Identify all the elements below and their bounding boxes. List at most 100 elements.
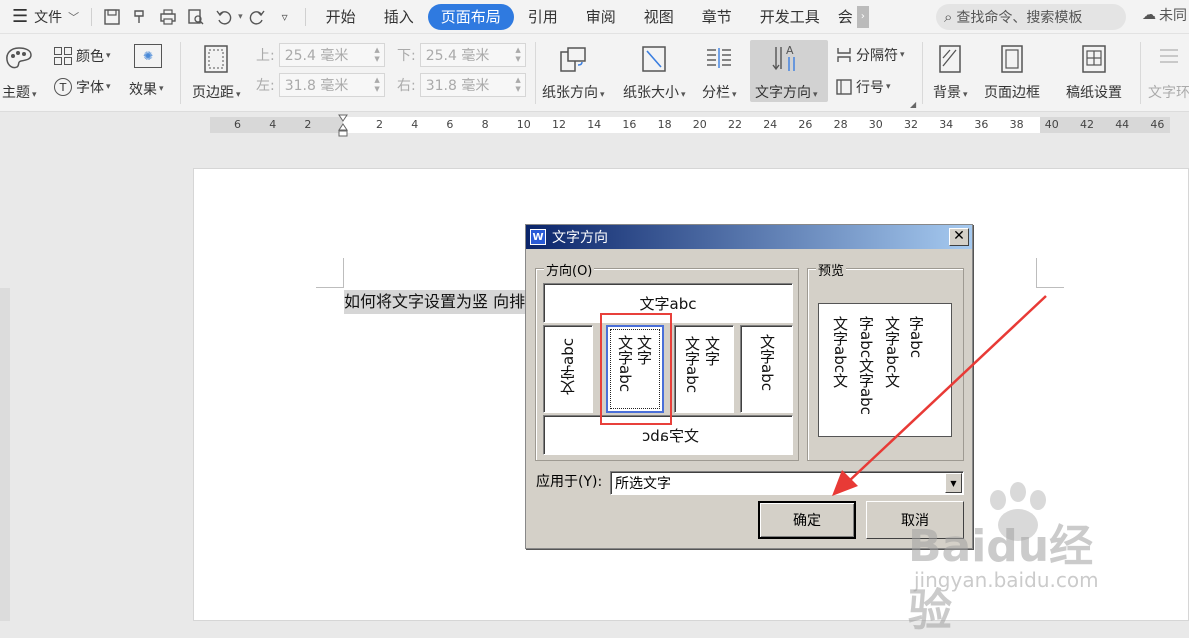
selected-document-text[interactable]: 如何将文字设置为竖 向排 bbox=[344, 290, 530, 314]
effect-button[interactable]: 效果 ▾ bbox=[129, 79, 164, 99]
tab-section[interactable]: 章节 bbox=[688, 4, 746, 30]
text-wrap-button[interactable]: 文字环 bbox=[1148, 42, 1189, 102]
font-label: 字体 bbox=[76, 80, 104, 96]
orientation-button[interactable]: 纸张方向 ▾ bbox=[542, 42, 605, 102]
columns-icon bbox=[702, 42, 736, 76]
cloud-sync-status[interactable]: ☁ 未同 bbox=[1142, 5, 1187, 25]
format-painter-icon[interactable] bbox=[128, 5, 152, 29]
search-input[interactable]: ⌕ 查找命令、搜索模板 bbox=[936, 4, 1126, 30]
customize-toolbar-icon[interactable]: ▿ bbox=[273, 5, 297, 29]
horizontal-ruler[interactable]: 6 4 2 2 4 6 8 10 12 14 16 18 20 22 24 26 28 30 32 34 36 38 40 4… bbox=[0, 112, 1189, 138]
manuscript-grid-icon bbox=[1077, 42, 1111, 76]
page-margin-icon bbox=[199, 42, 233, 76]
ruler-tick-label: 4 bbox=[411, 118, 419, 131]
text-direction-button[interactable]: A 文字方向 ▾ bbox=[755, 42, 818, 102]
direction-rotate-cw[interactable]: 文字abc bbox=[740, 325, 793, 413]
columns-button[interactable]: 分栏 ▾ bbox=[702, 42, 737, 102]
tab-page-layout[interactable]: 页面布局 bbox=[427, 3, 514, 30]
left-margin-value: 31.8 毫米 bbox=[284, 78, 349, 94]
ruler-tick-label: 28 bbox=[833, 118, 848, 131]
ok-button-label: 确定 bbox=[793, 513, 821, 529]
dialog-title-bar[interactable]: W 文字方向 ✕ bbox=[526, 225, 972, 249]
tab-home[interactable]: 开始 bbox=[312, 4, 370, 30]
redo-icon[interactable] bbox=[245, 5, 269, 29]
effect-icon-button[interactable]: ✺ bbox=[134, 44, 162, 68]
chevron-down-icon: ▾ bbox=[159, 84, 164, 94]
dialog-launcher-icon[interactable]: ◢ bbox=[910, 100, 916, 109]
ruler-tick-label: 38 bbox=[1009, 118, 1024, 131]
print-icon[interactable] bbox=[156, 5, 180, 29]
color-button[interactable]: 颜色 ▾ bbox=[54, 46, 111, 66]
direction-rotate-ccw[interactable]: 文字abc bbox=[543, 325, 593, 413]
tab-references[interactable]: 引用 bbox=[514, 4, 572, 30]
background-button[interactable]: 背景 ▾ bbox=[933, 42, 968, 102]
paper-size-button[interactable]: 纸张大小 ▾ bbox=[623, 42, 686, 102]
page-orientation-icon bbox=[556, 42, 590, 76]
undo-icon[interactable] bbox=[212, 5, 236, 29]
chevron-down-icon: ▾ bbox=[963, 90, 968, 100]
page-border-label: 页面边框 bbox=[984, 85, 1040, 101]
direction-horizontal-label: 文字abc bbox=[639, 294, 697, 313]
undo-dropdown-icon[interactable]: ▾ bbox=[238, 12, 243, 22]
theme-button[interactable]: 主题 ▾ bbox=[2, 42, 37, 102]
apply-to-label: 应用于(Y): bbox=[536, 474, 603, 490]
ok-button[interactable]: 确定 bbox=[758, 501, 856, 539]
bottom-margin-field[interactable]: 下: 25.4 毫米 ▲ ▼ bbox=[397, 43, 526, 67]
file-menu[interactable]: ☰ 文件 ﹀ bbox=[6, 4, 85, 30]
ruler-tick-label: 32 bbox=[904, 118, 918, 131]
preview-line-1: 字abc bbox=[907, 316, 925, 358]
tab-member[interactable]: 会 bbox=[834, 4, 857, 30]
chevron-down-icon: ▾ bbox=[681, 90, 686, 100]
separator-button[interactable]: 分隔符 ▾ bbox=[835, 45, 905, 65]
apply-to-value: 所选文字 bbox=[615, 476, 671, 492]
direction-vertical[interactable]: 文字 文字abc bbox=[674, 325, 734, 413]
chevron-down-icon: ▾ bbox=[732, 90, 737, 100]
paper-size-icon bbox=[637, 42, 671, 76]
margin-button[interactable]: 页边距 ▾ bbox=[192, 42, 241, 102]
left-margin-field[interactable]: 左: 31.8 毫米 ▲ ▼ bbox=[256, 73, 385, 97]
close-button[interactable]: ✕ bbox=[949, 228, 969, 246]
ruler-tick-label: 4 bbox=[269, 118, 277, 131]
tabs-scroll-right-icon[interactable]: › bbox=[856, 5, 869, 28]
preview-pane: 字abc 文字abc文 字abc文字abc 文字abc文 bbox=[818, 303, 952, 437]
chevron-down-icon: ﹀ bbox=[68, 10, 80, 24]
page-border-button[interactable]: 页面边框 bbox=[984, 42, 1040, 102]
tab-review[interactable]: 审阅 bbox=[572, 4, 630, 30]
chevron-down-icon: ▾ bbox=[813, 90, 818, 100]
color-scheme-icon bbox=[54, 47, 72, 65]
chevron-down-icon: ▾ bbox=[900, 50, 905, 60]
top-margin-field[interactable]: 上: 25.4 毫米 ▲ ▼ bbox=[256, 43, 385, 67]
ruler-tick-label: 26 bbox=[798, 118, 813, 131]
bottom-margin-value: 25.4 毫米 bbox=[425, 48, 490, 64]
ruler-tick-label: 8 bbox=[481, 118, 489, 131]
chevron-down-icon: ▾ bbox=[886, 82, 891, 92]
direction-rotate-cw-label: 文字abc bbox=[758, 334, 776, 391]
ruler-tick-label: 10 bbox=[516, 118, 531, 131]
spinner-arrows-icon[interactable]: ▲ ▼ bbox=[515, 76, 520, 94]
file-menu-label: 文件 bbox=[34, 9, 63, 26]
save-icon[interactable] bbox=[100, 5, 124, 29]
ruler-tick-label: 20 bbox=[692, 118, 707, 131]
indent-marker-icon[interactable] bbox=[338, 114, 348, 138]
divider bbox=[304, 7, 306, 26]
font-button[interactable]: T 字体 ▾ bbox=[54, 77, 111, 97]
ruler-tick-label: 2 bbox=[376, 118, 383, 131]
hamburger-icon: ☰ bbox=[12, 6, 29, 27]
spinner-arrows-icon[interactable]: ▲ ▼ bbox=[515, 46, 520, 64]
ruler-tick-label: 18 bbox=[657, 118, 672, 131]
text-direction-icon: A bbox=[769, 42, 803, 76]
manuscript-button[interactable]: 稿纸设置 bbox=[1066, 42, 1122, 102]
spinner-arrows-icon[interactable]: ▲ ▼ bbox=[374, 76, 379, 94]
tab-developer[interactable]: 开发工具 bbox=[746, 4, 834, 30]
print-preview-icon[interactable] bbox=[184, 5, 208, 29]
tab-insert[interactable]: 插入 bbox=[370, 4, 428, 30]
line-number-button[interactable]: 行号 ▾ bbox=[835, 77, 891, 97]
chevron-down-icon: ▾ bbox=[106, 51, 111, 61]
spinner-arrows-icon[interactable]: ▲ ▼ bbox=[374, 46, 379, 64]
right-margin-field[interactable]: 右: 31.8 毫米 ▲ ▼ bbox=[397, 73, 526, 97]
search-icon: ⌕ bbox=[944, 8, 953, 26]
line-number-icon bbox=[835, 78, 853, 96]
vertical-ruler[interactable] bbox=[0, 138, 10, 621]
tab-view[interactable]: 视图 bbox=[630, 4, 688, 30]
crop-mark bbox=[316, 258, 344, 288]
